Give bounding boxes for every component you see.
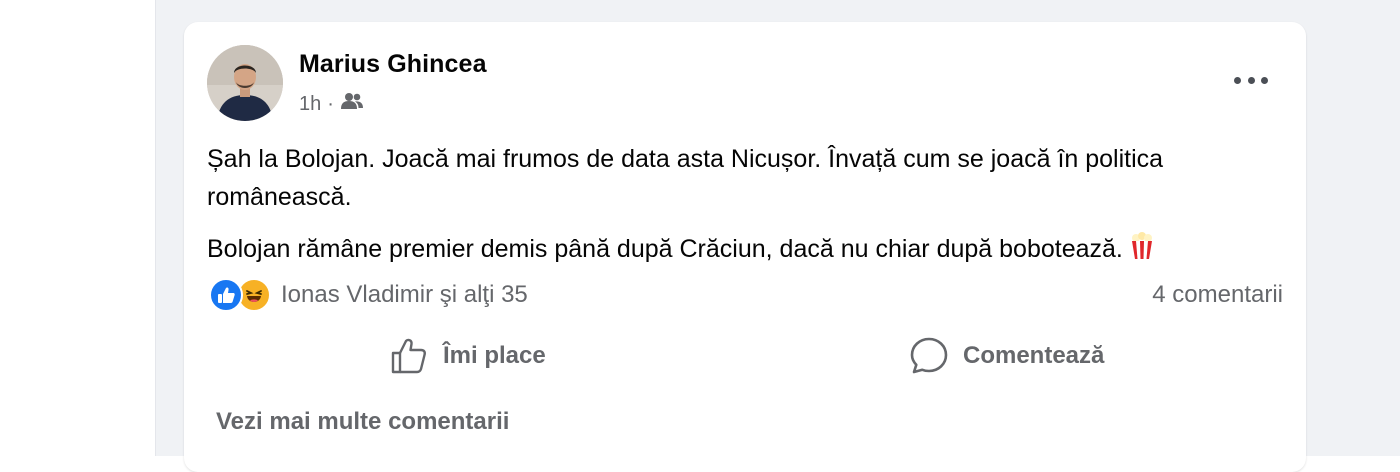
thumbs-up-icon (391, 338, 426, 374)
post-card: Marius Ghincea 1h · Șah la Bolojan. Joac… (184, 22, 1306, 472)
avatar-photo (207, 45, 283, 121)
reaction-names[interactable]: Ionas Vladimir şi alţi 35 (281, 281, 528, 309)
comments-count-link[interactable]: 4 comentarii (1152, 281, 1283, 309)
like-button[interactable]: Îmi place (389, 334, 546, 378)
comment-bubble-icon (910, 337, 948, 374)
see-more-comments-link[interactable]: Vezi mai multe comentarii (216, 408, 509, 436)
more-options-icon[interactable] (1234, 68, 1268, 92)
popcorn-icon (1129, 232, 1155, 271)
meta-separator: · (327, 92, 334, 115)
post-body: Șah la Bolojan. Joacă mai frumos de data… (207, 140, 1287, 271)
reactions-summary[interactable]: Ionas Vladimir şi alţi 35 (209, 278, 528, 312)
comment-button-label: Comentează (963, 342, 1105, 369)
post-author-name[interactable]: Marius Ghincea (299, 50, 487, 79)
friends-icon[interactable] (340, 92, 364, 116)
author-avatar[interactable] (207, 45, 283, 121)
left-sidebar (0, 0, 156, 456)
post-paragraph: Șah la Bolojan. Joacă mai frumos de data… (207, 145, 1164, 211)
like-reaction-icon (209, 278, 243, 312)
post-paragraph: Bolojan rămâne premier demis până după C… (207, 230, 1287, 271)
like-button-label: Îmi place (443, 342, 546, 369)
comment-button[interactable]: Comentează (909, 334, 1104, 378)
post-meta: 1h · (299, 92, 364, 116)
post-timestamp[interactable]: 1h (299, 93, 321, 116)
